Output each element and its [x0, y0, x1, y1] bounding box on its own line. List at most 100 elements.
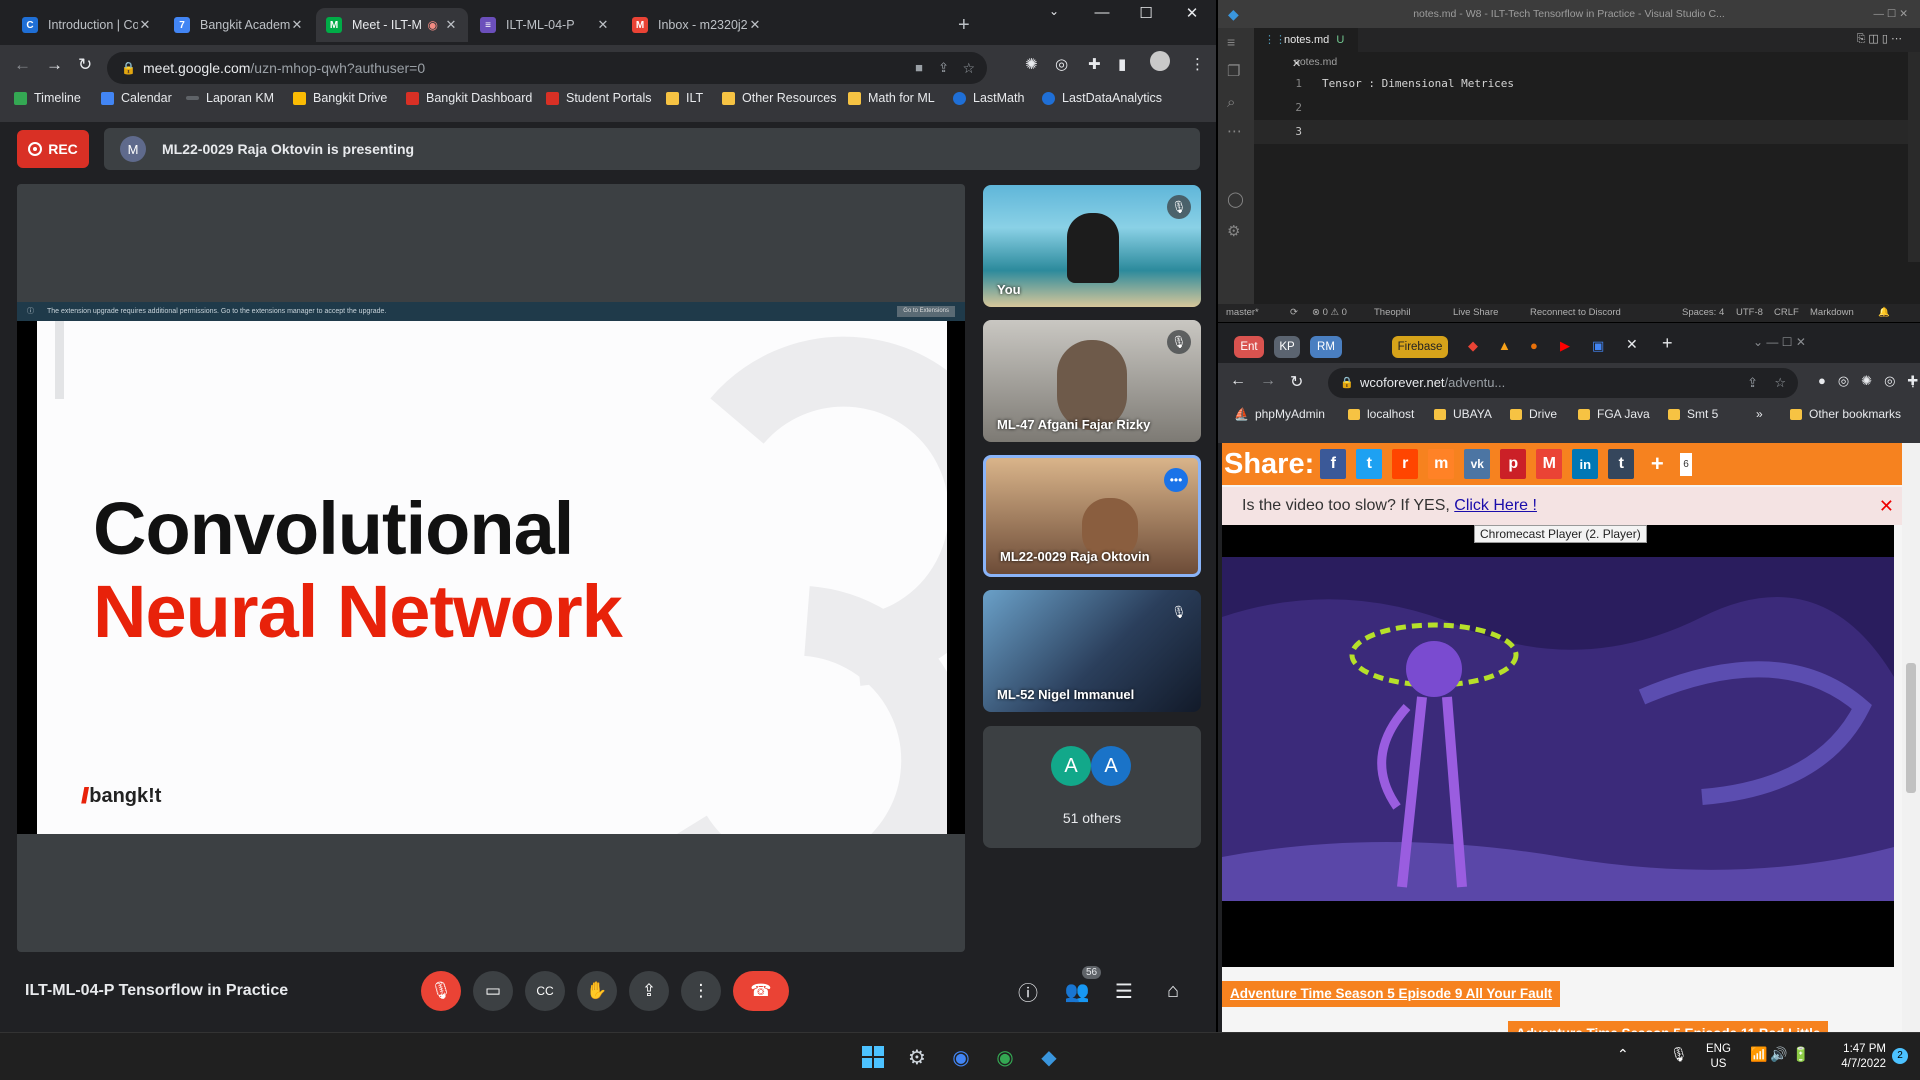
problems-indicator[interactable]: ⊗ 0 ⚠ 0 — [1312, 304, 1347, 322]
bookmark-folder-other-resources[interactable]: Other Resources — [722, 91, 836, 105]
bookmark-folder-smt5[interactable]: Smt 5 — [1668, 407, 1718, 421]
close-tab-icon[interactable]: ✕ — [748, 17, 762, 33]
tab-ilt-ml[interactable]: ≡ ILT-ML-04-P ✕ — [470, 8, 620, 42]
share-icon[interactable]: ⇪ — [1747, 368, 1758, 398]
tab-meet[interactable]: M Meet - ILT-ML-04- ◉ ✕ — [316, 8, 468, 42]
battery-icon[interactable]: 🔋 — [1792, 1046, 1809, 1063]
back-icon[interactable]: ← — [1230, 372, 1246, 390]
extensions-puzzle-icon[interactable]: ✚ — [1088, 55, 1101, 73]
captions-button[interactable]: CC — [525, 971, 565, 1011]
close-tab-icon[interactable]: ✕ — [138, 17, 152, 33]
forward-icon[interactable]: → — [46, 55, 63, 75]
notification-badge[interactable]: 2 — [1892, 1048, 1908, 1064]
close-tab-icon[interactable]: ✕ — [596, 17, 610, 33]
eol-status[interactable]: CRLF — [1774, 304, 1799, 322]
language-mode[interactable]: Markdown — [1810, 304, 1854, 322]
participant-tile-afgani[interactable]: 🎙 ML-47 Afgani Fajar Rizky — [983, 320, 1201, 442]
mic-toggle-button[interactable]: 🎙 — [421, 971, 461, 1011]
participant-tile-you[interactable]: 🎙 You — [983, 185, 1201, 307]
bookmark-folder-localhost[interactable]: localhost — [1348, 407, 1414, 421]
tab-group-kp[interactable]: KP — [1274, 336, 1300, 358]
forward-icon[interactable]: → — [1260, 372, 1276, 390]
tab-bangkit-calendar[interactable]: 7 Bangkit Academy - Cal ✕ — [164, 8, 314, 42]
facebook-icon[interactable]: f — [1320, 449, 1347, 479]
bookmark-phpmyadmin[interactable]: ⛵ phpMyAdmin — [1234, 407, 1325, 421]
bookmark-bangkit-dashboard[interactable]: Bangkit Dashboard — [406, 91, 532, 105]
camera-toggle-button[interactable]: ▭ — [473, 971, 513, 1011]
maximize-icon[interactable]: ☐ — [1126, 4, 1166, 22]
tumblr-icon[interactable]: t — [1608, 449, 1635, 479]
window-controls-icon[interactable]: — ☐ ✕ — [1873, 0, 1908, 28]
linkedin-icon[interactable]: in — [1572, 449, 1599, 479]
close-notice-icon[interactable]: ✕ — [1879, 487, 1894, 525]
pinterest-icon[interactable]: p — [1500, 449, 1527, 479]
figma-tab-icon[interactable]: ◆ — [1468, 338, 1478, 354]
bookmark-folder-fga-java[interactable]: FGA Java — [1578, 407, 1650, 421]
bookmark-star-icon[interactable]: ☆ — [962, 52, 975, 84]
page-scrollbar[interactable] — [1902, 443, 1920, 1032]
more-bookmarks-button[interactable]: » — [1756, 407, 1763, 421]
editor-line-current[interactable]: 3 — [1254, 120, 1920, 144]
new-tab-button[interactable]: + — [1662, 333, 1673, 354]
sync-icon[interactable]: ⟳ — [1290, 304, 1298, 322]
clock[interactable]: 1:47 PM 4/7/2022 — [1826, 1042, 1886, 1072]
tab-notes-md[interactable]: ⋮⋮ notes.md U ✕ — [1254, 28, 1358, 70]
chrome-taskbar-icon[interactable]: ◉ — [943, 1041, 979, 1073]
leave-call-button[interactable]: ☎ — [733, 971, 789, 1011]
bookmark-timeline[interactable]: Timeline — [14, 91, 81, 105]
close-window-icon[interactable]: ✕ — [1172, 4, 1212, 22]
address-bar[interactable]: 🔒 wcoforever.net/adventu... ⇪ ☆ — [1328, 368, 1798, 398]
previous-episode-link[interactable]: Adventure Time Season 5 Episode 9 All Yo… — [1222, 981, 1561, 1007]
click-here-link[interactable]: Click Here ! — [1454, 497, 1537, 514]
tab-gmail-inbox[interactable]: M Inbox - m2320j2803@ ✕ — [622, 8, 772, 42]
others-tile[interactable]: A A 51 others — [983, 726, 1201, 848]
bookmark-folder-ubaya[interactable]: UBAYA — [1434, 407, 1492, 421]
bookmark-star-icon[interactable]: ☆ — [1774, 368, 1786, 398]
start-button[interactable] — [855, 1041, 891, 1073]
menu-kebab-icon[interactable]: ⋮ — [1906, 373, 1920, 390]
bookmark-lastdataanalytics[interactable]: LastDataAnalytics — [1042, 91, 1162, 105]
volume-icon[interactable]: 🔊 — [1770, 1046, 1787, 1063]
extension-icons[interactable]: ●◎✺◎✚≡▮ — [1818, 373, 1920, 389]
mix-icon[interactable]: m — [1428, 449, 1455, 479]
chat-button[interactable]: ☰ — [1107, 974, 1141, 1008]
back-icon[interactable]: ← — [14, 55, 31, 75]
tab-group-firebase[interactable]: Firebase — [1392, 336, 1448, 358]
bookmark-lastmath[interactable]: LastMath — [953, 91, 1024, 105]
menu-kebab-icon[interactable]: ⋮ — [1190, 55, 1205, 73]
new-tab-button[interactable]: + — [958, 8, 970, 42]
tab-coursera[interactable]: C Introduction | Coursera ✕ — [12, 8, 162, 42]
tray-overflow-icon[interactable]: ⌃ — [1617, 1046, 1629, 1063]
chrome-2-taskbar-icon[interactable]: ◉ — [987, 1041, 1023, 1073]
user-indicator[interactable]: Theophil — [1374, 304, 1410, 322]
bookmark-folder-ilt[interactable]: ILT — [666, 91, 703, 105]
camera-icon[interactable]: ■ — [915, 52, 923, 84]
address-bar[interactable]: 🔒 meet.google.com/uzn-mhop-qwh?authuser=… — [107, 52, 987, 84]
tab-icon[interactable]: ● — [1530, 338, 1538, 353]
bookmark-folder-math-for-ml[interactable]: Math for ML — [848, 91, 935, 105]
wifi-icon[interactable]: 📶 — [1750, 1046, 1767, 1063]
bookmark-bangkit-drive[interactable]: Bangkit Drive — [293, 91, 387, 105]
extension-icon[interactable]: ✺ — [1025, 55, 1038, 73]
people-button[interactable]: 👥 56 — [1060, 966, 1102, 1008]
editor-actions-icon[interactable]: ⎘ ◫ ▯ ⋯ — [1857, 32, 1902, 46]
go-to-extensions-button[interactable]: Go to Extensions — [897, 306, 955, 317]
share-icon[interactable]: ⇪ — [938, 52, 949, 84]
participant-tile-raja[interactable]: ••• ML22-0029 Raja Oktovin — [983, 455, 1201, 577]
live-share-button[interactable]: Live Share — [1453, 304, 1498, 322]
close-tab-icon[interactable]: ✕ — [290, 17, 304, 33]
git-branch[interactable]: master* — [1226, 304, 1259, 322]
notifications-bell-icon[interactable]: 🔔 — [1878, 304, 1890, 322]
settings-taskbar-icon[interactable]: ⚙ — [899, 1041, 935, 1073]
next-episode-link[interactable]: Adventure Time Season 5 Episode 11 Bad L… — [1508, 1021, 1829, 1032]
editor-scrollbar[interactable] — [1908, 52, 1920, 262]
reload-icon[interactable]: ↻ — [78, 55, 92, 75]
youtube-tab-icon[interactable]: ▶ — [1560, 338, 1570, 354]
profile-avatar[interactable] — [1150, 51, 1170, 71]
minimize-icon[interactable]: — — [1082, 4, 1122, 21]
tab-icon[interactable]: ▲ — [1498, 338, 1511, 353]
activities-button[interactable]: ⌂ — [1156, 974, 1190, 1008]
side-panel-icon[interactable]: ▮ — [1118, 55, 1126, 73]
indentation-status[interactable]: Spaces: 4 — [1682, 304, 1724, 322]
bookmark-student-portals[interactable]: Student Portals — [546, 91, 651, 105]
